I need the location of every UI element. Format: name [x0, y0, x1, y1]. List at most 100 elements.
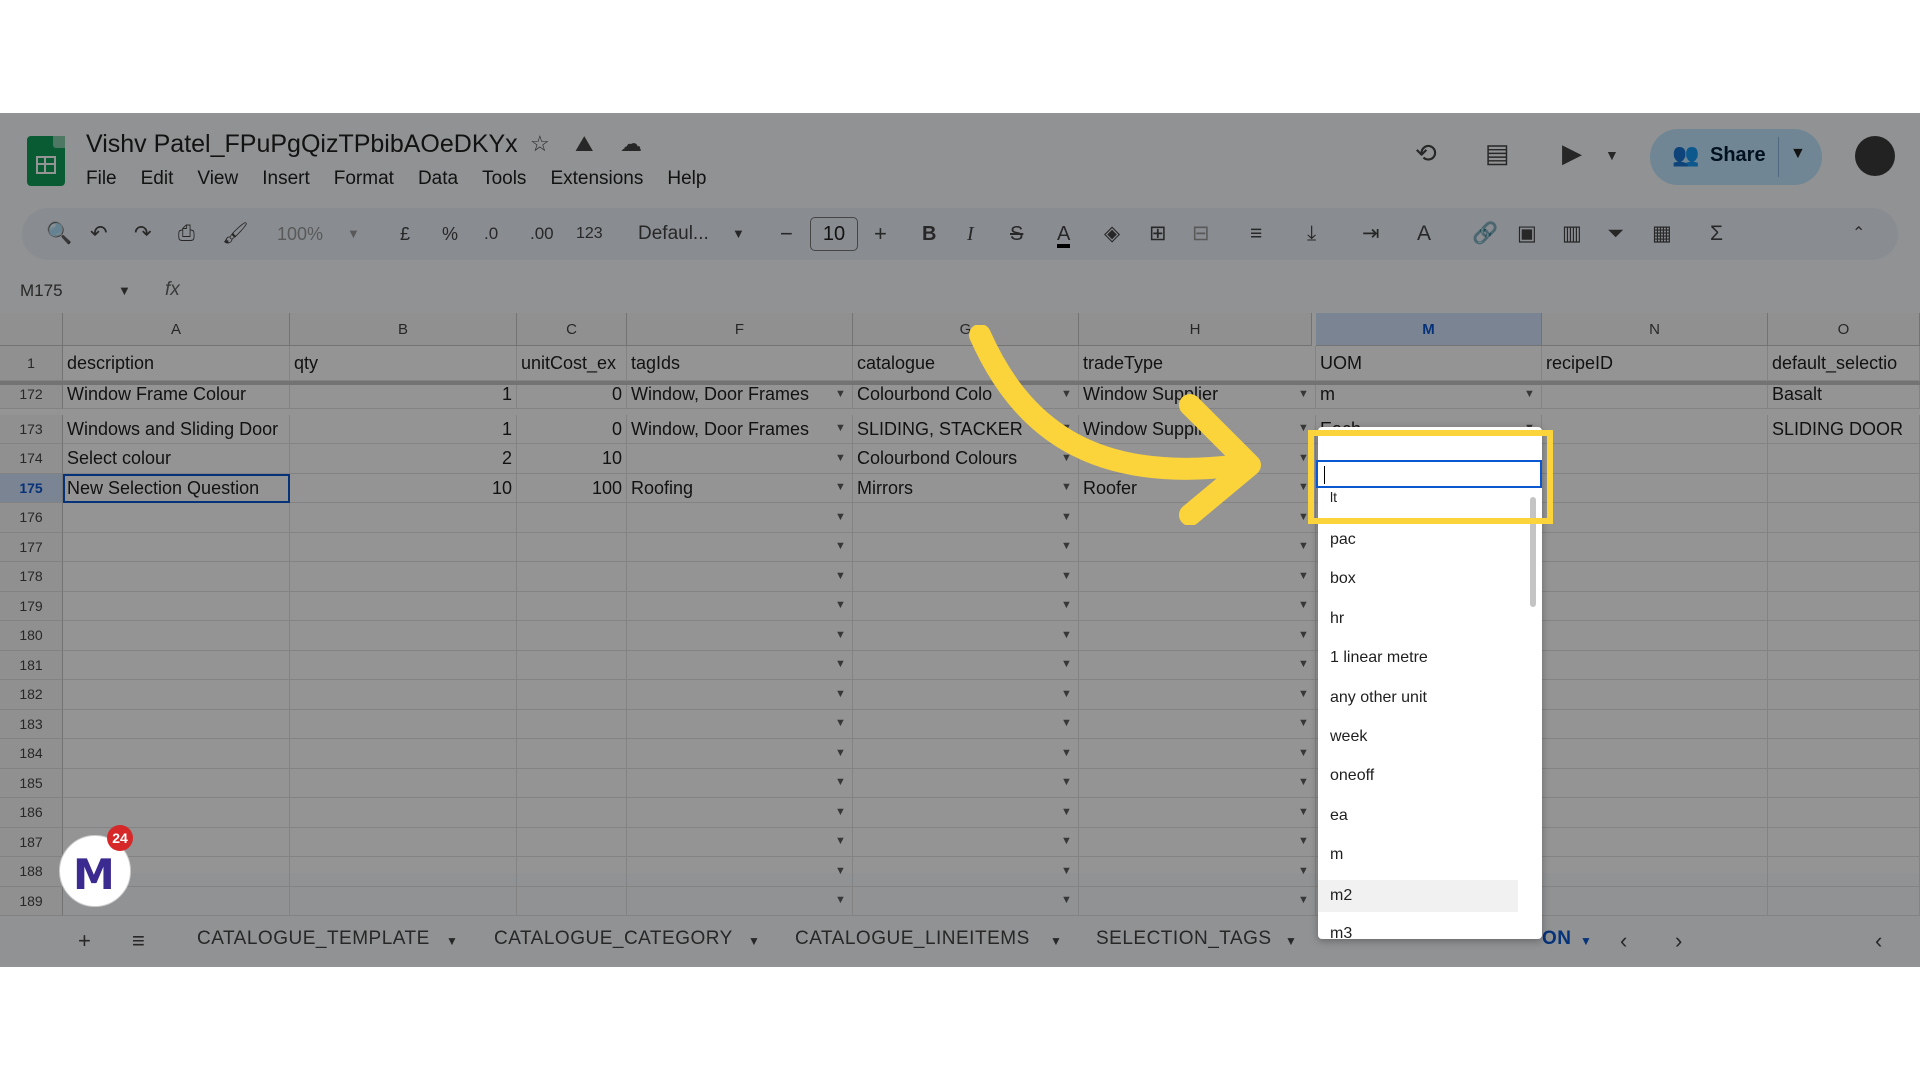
- cell-dropdown-chevron-icon[interactable]: ▼: [835, 481, 846, 493]
- table-cell[interactable]: [290, 680, 517, 710]
- table-cell[interactable]: [627, 532, 853, 562]
- header-cell[interactable]: description: [63, 346, 290, 381]
- row-header[interactable]: 1: [0, 346, 63, 381]
- table-cell[interactable]: [1542, 444, 1768, 474]
- table-cell[interactable]: [1079, 709, 1316, 739]
- cell-dropdown-chevron-icon[interactable]: ▼: [1061, 540, 1072, 552]
- cell-dropdown-chevron-icon[interactable]: ▼: [835, 894, 846, 906]
- table-cell[interactable]: [290, 798, 517, 828]
- table-cell[interactable]: [517, 827, 627, 857]
- row-header[interactable]: 174: [0, 444, 63, 474]
- table-cell[interactable]: [1768, 473, 1920, 503]
- table-cell[interactable]: Window, Door Frames: [627, 414, 853, 444]
- dropdown-option[interactable]: week: [1330, 728, 1367, 746]
- dropdown-option[interactable]: box: [1330, 570, 1356, 588]
- cell-dropdown-chevron-icon[interactable]: ▼: [835, 658, 846, 670]
- borders-icon[interactable]: ⊞: [1149, 220, 1167, 248]
- redo-icon[interactable]: ↷: [134, 220, 152, 248]
- table-cell[interactable]: [290, 739, 517, 769]
- insert-comment-icon[interactable]: ▣: [1517, 220, 1537, 248]
- table-cell[interactable]: [290, 503, 517, 533]
- table-cell[interactable]: [853, 680, 1079, 710]
- dropdown-option[interactable]: any other unit: [1330, 689, 1427, 707]
- table-cell[interactable]: [1542, 621, 1768, 651]
- cell-dropdown-chevron-icon[interactable]: ▼: [1061, 599, 1072, 611]
- cell-dropdown-chevron-icon[interactable]: ▼: [835, 540, 846, 552]
- cell-dropdown-chevron-icon[interactable]: ▼: [1298, 865, 1309, 877]
- filter-views-icon[interactable]: ▦: [1652, 220, 1672, 248]
- table-cell[interactable]: [290, 886, 517, 916]
- undo-icon[interactable]: ↶: [90, 220, 108, 248]
- tab-chevron-down-icon[interactable]: ▼: [446, 934, 458, 948]
- table-cell[interactable]: Select colour: [63, 444, 290, 474]
- text-wrap-icon[interactable]: ⇥: [1362, 220, 1380, 248]
- decrease-font-size-icon[interactable]: −: [780, 220, 793, 248]
- table-cell[interactable]: [627, 444, 853, 474]
- table-cell[interactable]: [290, 709, 517, 739]
- table-cell[interactable]: [853, 621, 1079, 651]
- table-cell[interactable]: [63, 650, 290, 680]
- table-cell[interactable]: [1079, 798, 1316, 828]
- table-cell[interactable]: [627, 798, 853, 828]
- table-cell[interactable]: 0: [517, 381, 627, 409]
- cell-dropdown-chevron-icon[interactable]: ▼: [1298, 599, 1309, 611]
- row-header[interactable]: 189: [0, 886, 63, 916]
- cell-dropdown-chevron-icon[interactable]: ▼: [1298, 570, 1309, 582]
- zoom-select[interactable]: 100%: [277, 220, 323, 248]
- number-format-button[interactable]: 123: [576, 220, 603, 248]
- table-cell[interactable]: [1768, 798, 1920, 828]
- menu-extensions[interactable]: Extensions: [550, 168, 643, 190]
- table-cell[interactable]: Window Frame Colour: [63, 381, 290, 409]
- cell-dropdown-chevron-icon[interactable]: ▼: [1061, 776, 1072, 788]
- table-cell[interactable]: [1768, 768, 1920, 798]
- column-header-o[interactable]: O: [1768, 313, 1920, 346]
- table-cell[interactable]: [1768, 503, 1920, 533]
- table-cell[interactable]: [1542, 591, 1768, 621]
- cell-dropdown-chevron-icon[interactable]: ▼: [1524, 388, 1535, 400]
- table-cell[interactable]: [1768, 886, 1920, 916]
- table-cell[interactable]: [627, 709, 853, 739]
- table-cell[interactable]: [1542, 503, 1768, 533]
- table-cell[interactable]: [517, 503, 627, 533]
- table-cell[interactable]: [853, 768, 1079, 798]
- cell-dropdown-chevron-icon[interactable]: ▼: [835, 688, 846, 700]
- table-cell[interactable]: [1768, 444, 1920, 474]
- table-cell[interactable]: [627, 768, 853, 798]
- cell-dropdown-chevron-icon[interactable]: ▼: [835, 388, 846, 400]
- cell-dropdown-chevron-icon[interactable]: ▼: [835, 865, 846, 877]
- cell-dropdown-chevron-icon[interactable]: ▼: [1298, 540, 1309, 552]
- table-cell[interactable]: m: [1316, 381, 1542, 409]
- row-header[interactable]: 179: [0, 591, 63, 621]
- row-header[interactable]: 173: [0, 414, 63, 444]
- table-cell[interactable]: [1542, 739, 1768, 769]
- table-cell[interactable]: [517, 562, 627, 592]
- italic-button[interactable]: I: [967, 220, 974, 248]
- avatar[interactable]: [1855, 136, 1895, 176]
- cell-dropdown-chevron-icon[interactable]: ▼: [835, 717, 846, 729]
- menu-data[interactable]: Data: [418, 168, 458, 190]
- table-cell[interactable]: [1542, 532, 1768, 562]
- cell-dropdown-chevron-icon[interactable]: ▼: [1061, 658, 1072, 670]
- table-cell[interactable]: [853, 798, 1079, 828]
- sheet-tab-selection-tags[interactable]: SELECTION_TAGS: [1096, 928, 1272, 950]
- sheets-logo-icon[interactable]: [27, 136, 65, 186]
- table-cell[interactable]: [517, 680, 627, 710]
- column-header-n[interactable]: N: [1542, 313, 1768, 346]
- table-cell[interactable]: 10: [517, 444, 627, 474]
- share-chevron-down-icon[interactable]: ▼: [1790, 145, 1806, 163]
- table-cell[interactable]: [1542, 827, 1768, 857]
- table-cell[interactable]: [1542, 473, 1768, 503]
- table-cell[interactable]: [1079, 768, 1316, 798]
- cell-dropdown-chevron-icon[interactable]: ▼: [1298, 894, 1309, 906]
- name-box[interactable]: M175: [20, 281, 63, 301]
- cell-dropdown-chevron-icon[interactable]: ▼: [1061, 747, 1072, 759]
- table-cell[interactable]: [1079, 591, 1316, 621]
- table-cell[interactable]: [1542, 680, 1768, 710]
- row-header[interactable]: 187: [0, 827, 63, 857]
- column-header-b[interactable]: B: [290, 313, 517, 346]
- table-cell[interactable]: [1079, 739, 1316, 769]
- font-size-input[interactable]: 10: [810, 217, 858, 251]
- table-cell[interactable]: [1079, 532, 1316, 562]
- table-cell[interactable]: [63, 532, 290, 562]
- cell-dropdown-chevron-icon[interactable]: ▼: [835, 629, 846, 641]
